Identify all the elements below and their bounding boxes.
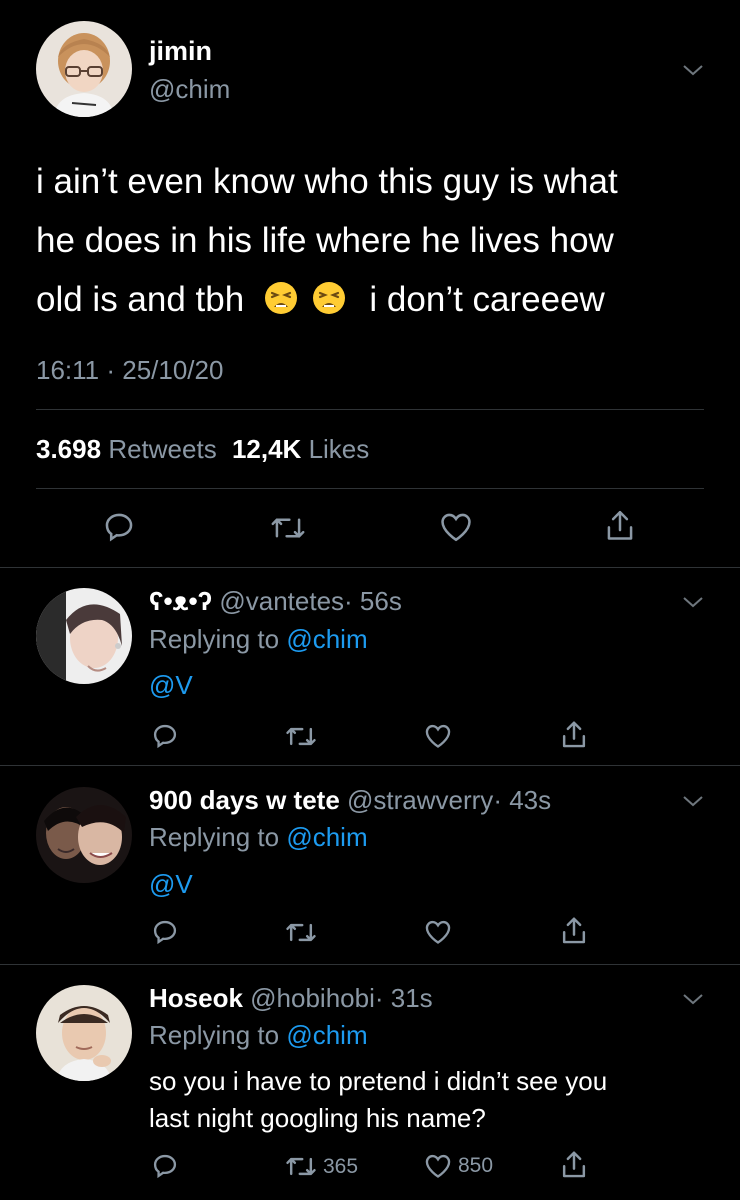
avatar[interactable] [36,985,132,1081]
tweet-text: i ain’t even know who this guy is what h… [36,152,716,333]
tired-face-emoji-icon [312,274,346,333]
retweet-icon [286,727,316,746]
replying-to: Replying to @chim [149,1020,368,1051]
mention-link[interactable]: @V [149,869,193,900]
retweets-label[interactable]: Retweets [108,434,216,464]
share-icon [562,1151,586,1178]
share-button[interactable] [560,719,588,751]
reply-button[interactable] [151,918,179,946]
replying-prefix: Replying to [149,624,280,654]
share-icon [607,510,633,540]
reply-button[interactable] [102,510,136,544]
replying-to-link[interactable]: @chim [286,1020,367,1050]
replying-to: Replying to @chim [149,822,368,853]
like-button[interactable] [439,511,473,543]
divider [36,409,704,410]
share-button[interactable] [560,915,588,947]
reply-header: ʕ•ᴥ•ʔ @vantetes· 56s [149,586,402,617]
share-icon [562,721,586,748]
avatar[interactable] [36,21,132,117]
tweet-text-line: i ain’t even know who this guy is what [36,162,618,201]
display-name[interactable]: jimin [149,36,212,67]
reply-icon [105,513,133,542]
tweet-text-part: i don’t careeew [369,280,605,319]
avatar[interactable] [36,787,132,883]
chevron-down-icon[interactable] [681,594,705,610]
retweet-button[interactable] [270,512,306,544]
tweet-text-part: old is and tbh [36,280,245,319]
like-button[interactable] [424,723,452,749]
divider [0,765,740,766]
share-button[interactable] [604,508,636,544]
like-button[interactable]: 850 [424,1153,493,1179]
divider [36,488,704,489]
reply-time[interactable]: · 43s [493,785,551,815]
reply-time[interactable]: · 56s [344,586,402,616]
display-name[interactable]: ʕ•ᴥ•ʔ [149,586,212,616]
reply-button[interactable] [151,1152,179,1180]
divider [0,567,740,568]
reply-time[interactable]: · 31s [375,983,433,1013]
tweet-timestamp[interactable]: 16:11 · 25/10/20 [36,355,223,386]
reply-icon [153,920,177,945]
reply-icon [153,1154,177,1179]
retweets-count[interactable]: 3.698 [36,434,101,464]
handle[interactable]: @hobihobi [250,983,375,1013]
replying-to: Replying to @chim [149,624,368,655]
chevron-down-icon[interactable] [681,62,705,78]
tired-face-emoji-icon [264,274,298,333]
main-tweet: jimin @chim i ain’t even know who this g… [0,0,740,567]
retweet-icon [286,923,316,942]
retweet-icon [286,1157,316,1176]
retweet-button[interactable] [285,919,317,946]
retweet-button[interactable]: 365 [285,1153,358,1180]
handle[interactable]: @strawverry [347,785,493,815]
likes-label[interactable]: Likes [309,434,370,464]
avatar[interactable] [36,588,132,684]
chevron-down-icon[interactable] [681,793,705,809]
like-count: 850 [458,1154,494,1177]
like-icon [425,920,451,944]
retweet-icon [271,518,305,538]
reply-tweet: ʕ•ᴥ•ʔ @vantetes· 56s Replying to @chim @… [0,586,740,766]
reply-tweet: 900 days w tete @strawverry· 43s Replyin… [0,785,740,965]
tweet-text-line: old is and tbh i don’t careeew [36,270,716,333]
reply-text-line: last night googling his name? [149,1103,486,1133]
handle[interactable]: @chim [149,74,230,105]
reply-icon [153,724,177,749]
tweet-stats: 3.698 Retweets 12,4K Likes [36,434,369,465]
reply-tweet: Hoseok @hobihobi· 31s Replying to @chim … [0,983,740,1200]
like-icon [425,1154,451,1178]
like-button[interactable] [424,919,452,945]
reply-header: 900 days w tete @strawverry· 43s [149,785,551,816]
retweet-count: 365 [323,1154,359,1178]
mention-link[interactable]: @V [149,670,193,701]
retweet-button[interactable] [285,723,317,750]
reply-header: Hoseok @hobihobi· 31s [149,983,433,1014]
replying-to-link[interactable]: @chim [286,822,367,852]
like-icon [425,724,451,748]
replying-to-link[interactable]: @chim [286,624,367,654]
display-name[interactable]: Hoseok [149,983,243,1013]
like-icon [441,513,471,542]
tweet-text-line: he does in his life where he lives how [36,221,614,260]
replying-prefix: Replying to [149,822,280,852]
chevron-down-icon[interactable] [681,991,705,1007]
divider [0,964,740,965]
reply-button[interactable] [151,722,179,750]
handle[interactable]: @vantetes [219,586,344,616]
display-name[interactable]: 900 days w tete [149,785,340,815]
share-button[interactable] [560,1149,588,1181]
replying-prefix: Replying to [149,1020,280,1050]
share-icon [562,917,586,944]
reply-text-line: so you i have to pretend i didn’t see yo… [149,1066,608,1096]
likes-count[interactable]: 12,4K [232,434,301,464]
reply-text: so you i have to pretend i didn’t see yo… [149,1063,607,1137]
